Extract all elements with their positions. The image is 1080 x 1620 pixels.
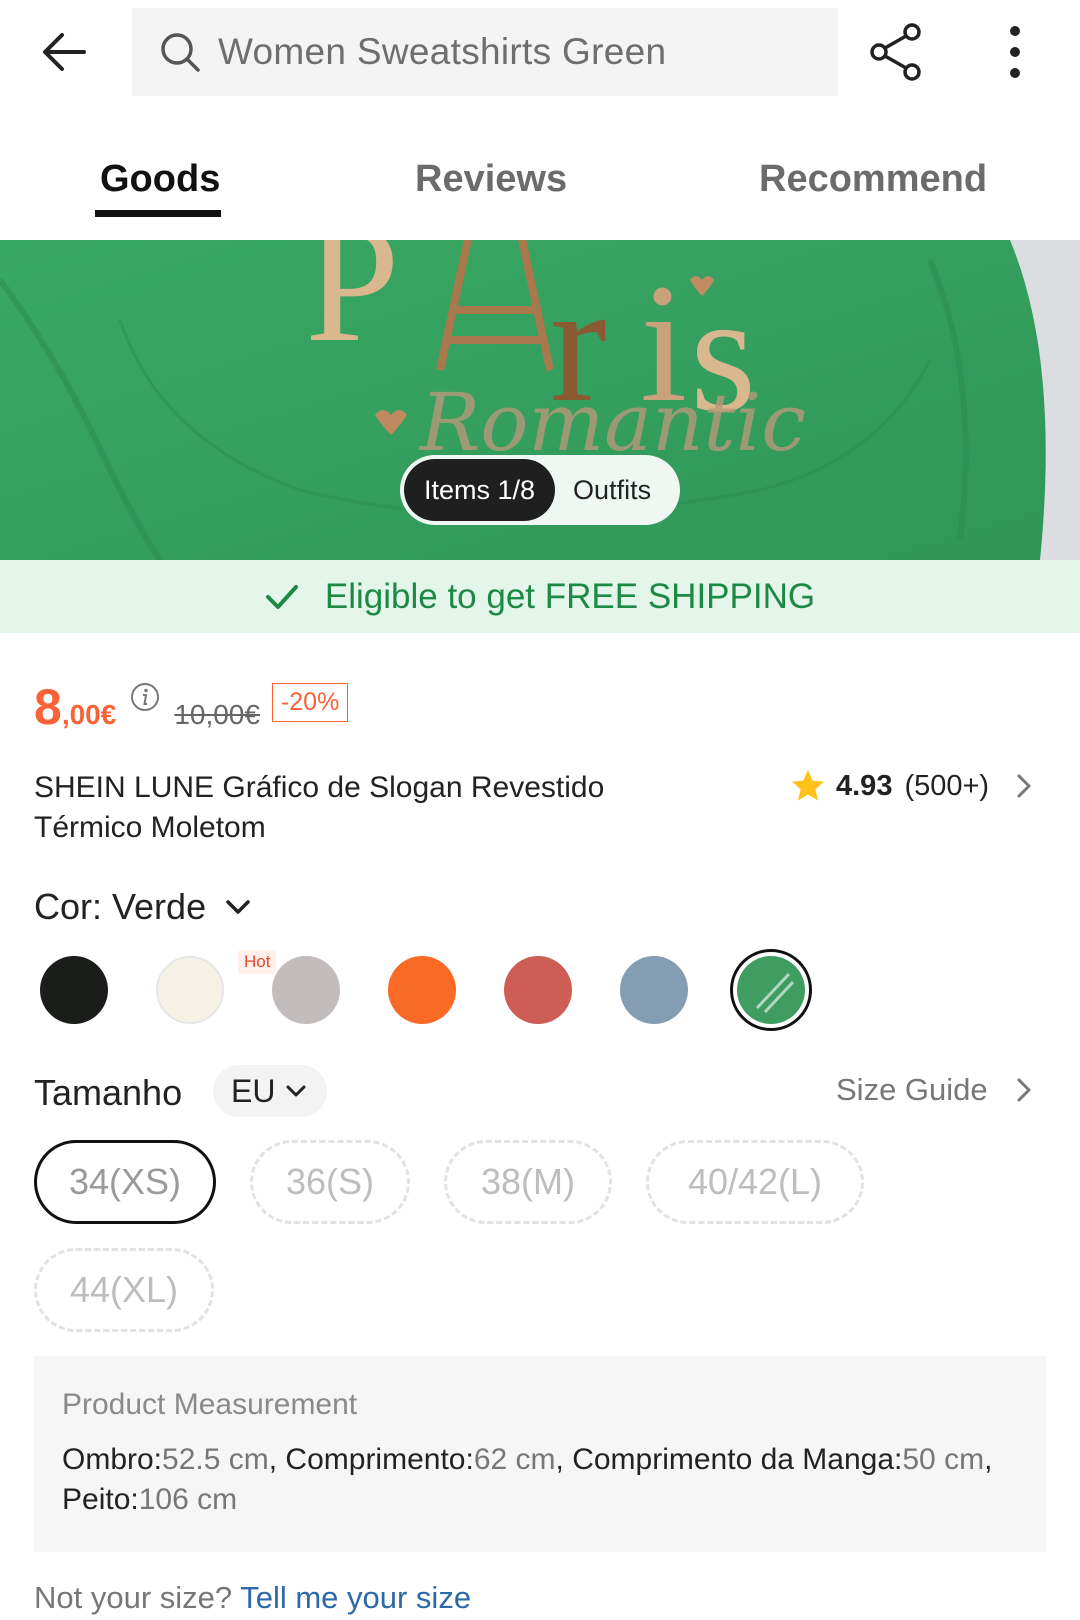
outfits-toggle[interactable]: Outfits bbox=[555, 475, 669, 506]
items-counter[interactable]: Items 1/8 bbox=[404, 459, 556, 521]
chevron-down-icon bbox=[286, 1085, 306, 1097]
price-integer: 8 bbox=[34, 679, 62, 735]
free-shipping-text: Eligible to get FREE SHIPPING bbox=[324, 576, 816, 616]
rating-value: 4.93 bbox=[836, 769, 893, 802]
length-label: Comprimento: bbox=[285, 1443, 474, 1476]
measurement-details: Ombro:52.5 cm, Comprimento:62 cm, Compri… bbox=[62, 1443, 993, 1516]
length-value: 62 cm bbox=[473, 1443, 556, 1476]
active-tab-indicator bbox=[95, 210, 221, 217]
price-decimal: ,00€ bbox=[61, 699, 117, 731]
measurement-title: Product Measurement bbox=[62, 1388, 358, 1421]
checkmark-icon bbox=[265, 584, 298, 609]
size-region-select[interactable]: EU bbox=[213, 1065, 328, 1117]
color-label-text: Cor: Verde bbox=[34, 886, 207, 927]
tab-reviews[interactable]: Reviews bbox=[415, 158, 567, 201]
color-swatches: Hot bbox=[40, 949, 1040, 1031]
color-swatch-brick-red[interactable] bbox=[504, 956, 572, 1024]
color-swatch-black[interactable] bbox=[40, 956, 108, 1024]
chevron-down-icon bbox=[226, 900, 250, 914]
color-selector-label[interactable]: Cor: Verde bbox=[34, 886, 252, 928]
shoulder-label: Ombro: bbox=[62, 1443, 163, 1476]
size-label: Tamanho bbox=[34, 1072, 183, 1113]
more-options-button[interactable] bbox=[1000, 22, 1030, 82]
shoulder-value: 52.5 cm bbox=[162, 1443, 269, 1476]
free-shipping-banner: Eligible to get FREE SHIPPING bbox=[0, 560, 1080, 633]
rating-count: (500+) bbox=[904, 769, 990, 802]
sleeve-value: 50 cm bbox=[902, 1443, 985, 1476]
search-query: Women Sweatshirts Green bbox=[218, 31, 667, 72]
tab-recommend[interactable]: Recommend bbox=[759, 158, 987, 201]
color-swatch-green[interactable] bbox=[730, 949, 812, 1031]
tell-me-your-size-link[interactable]: Tell me your size bbox=[240, 1580, 471, 1615]
original-price: 10,00€ bbox=[174, 699, 260, 731]
back-button[interactable] bbox=[36, 24, 92, 80]
color-swatch-light-grey[interactable] bbox=[272, 956, 340, 1024]
chevron-right-icon bbox=[1017, 1078, 1031, 1102]
product-measurement-panel: Product Measurement Ombro:52.5 cm, Compr… bbox=[34, 1356, 1046, 1552]
search-icon bbox=[161, 33, 200, 72]
section-tabs: Goods Reviews Recommend bbox=[0, 148, 1080, 240]
info-icon[interactable] bbox=[130, 682, 160, 712]
tab-goods[interactable]: Goods bbox=[100, 158, 220, 201]
size-guide-link[interactable]: Size Guide bbox=[836, 1072, 1038, 1108]
rating-summary[interactable]: 4.93 (500+) bbox=[790, 766, 1037, 806]
selected-swatch-stripe-icon bbox=[755, 972, 795, 1014]
sleeve-label: Comprimento da Manga: bbox=[572, 1443, 903, 1476]
product-title: SHEIN LUNE Gráfico de Slogan Revestido T… bbox=[34, 771, 605, 844]
more-dot-icon bbox=[1010, 47, 1020, 57]
color-swatch-dusty-blue[interactable] bbox=[620, 956, 688, 1024]
product-image-gallery[interactable]: P r i s Romantic Items 1/8 Outfits bbox=[0, 240, 1080, 560]
star-icon bbox=[792, 770, 824, 801]
size-option-xl[interactable]: 44(XL) bbox=[34, 1248, 214, 1332]
fit-prompt: Not your size? Tell me your size bbox=[34, 1580, 471, 1616]
size-option-xs[interactable]: 34(XS) bbox=[34, 1140, 216, 1224]
more-dot-icon bbox=[1010, 68, 1020, 78]
svg-text:P: P bbox=[305, 240, 400, 377]
chevron-right-icon bbox=[1017, 774, 1031, 798]
gallery-mode-switch[interactable]: Items 1/8 Outfits bbox=[400, 455, 680, 525]
hot-badge: Hot bbox=[238, 950, 277, 974]
bust-value: 106 cm bbox=[138, 1483, 238, 1516]
size-option-l[interactable]: 40/42(L) bbox=[646, 1140, 864, 1224]
size-region-value: EU bbox=[231, 1072, 276, 1109]
size-option-m[interactable]: 38(M) bbox=[444, 1140, 612, 1224]
bust-label: Peito: bbox=[62, 1483, 139, 1516]
price-row: 8 ,00€ 10,00€ -20% bbox=[34, 672, 349, 735]
size-guide-label: Size Guide bbox=[836, 1072, 988, 1107]
fit-question: Not your size? bbox=[34, 1580, 233, 1615]
search-input[interactable]: Women Sweatshirts Green bbox=[132, 8, 838, 96]
more-dot-icon bbox=[1010, 26, 1020, 36]
top-bar: Women Sweatshirts Green bbox=[0, 0, 1080, 104]
share-icon bbox=[870, 23, 921, 81]
color-swatch-cream[interactable] bbox=[156, 956, 224, 1024]
discount-badge: -20% bbox=[271, 682, 349, 722]
arrow-left-icon bbox=[43, 33, 86, 71]
color-swatch-orange[interactable] bbox=[388, 956, 456, 1024]
share-button[interactable] bbox=[868, 22, 928, 82]
size-option-s[interactable]: 36(S) bbox=[250, 1140, 410, 1224]
